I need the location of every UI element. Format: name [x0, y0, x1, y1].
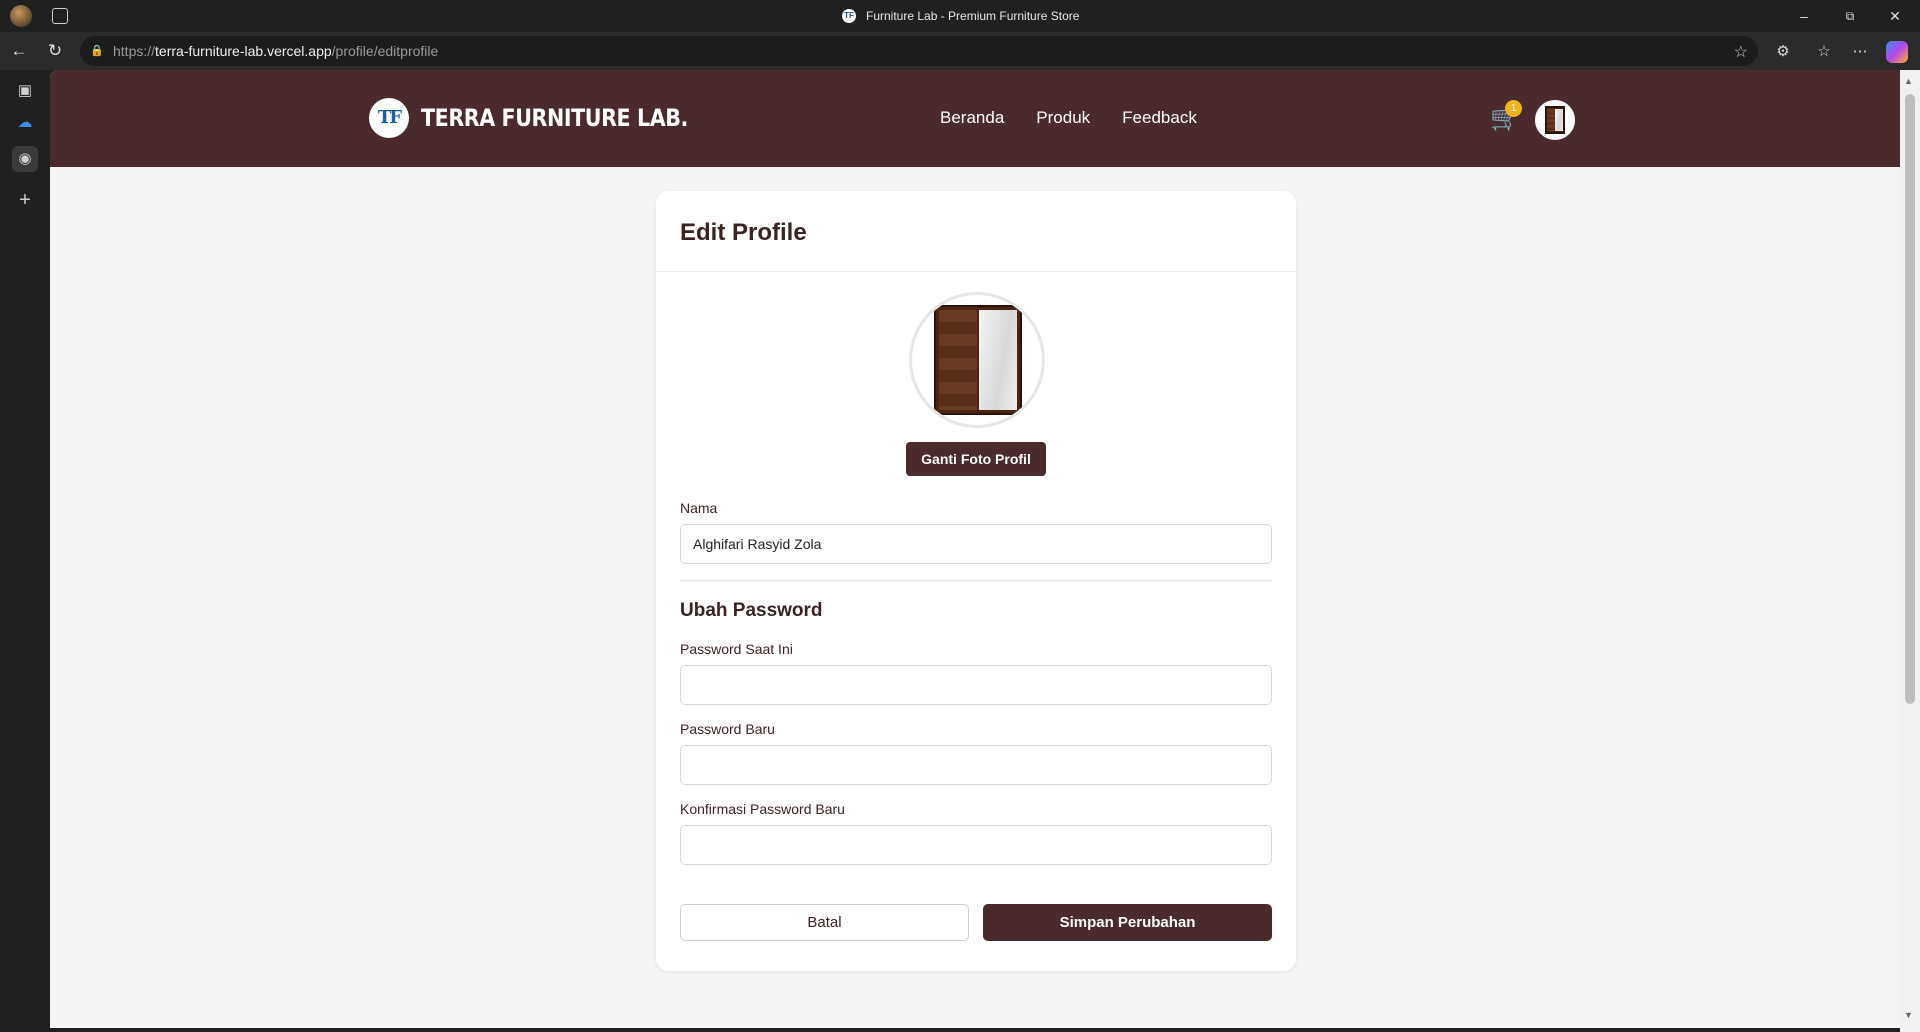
url-path: /profile/editprofile	[331, 43, 439, 59]
url-text[interactable]: https://terra-furniture-lab.vercel.app/p…	[113, 43, 438, 59]
sidebar-panel-icon[interactable]: ▣	[12, 78, 38, 104]
current-password-label: Password Saat Ini	[680, 641, 793, 657]
browser-title-bar: TF Furniture Lab - Premium Furniture Sto…	[0, 0, 1920, 32]
page-scrollbar[interactable]: ▲ ▼	[1900, 70, 1920, 1032]
refresh-icon[interactable]: ↻	[45, 41, 65, 61]
page-title: Edit Profile	[680, 219, 807, 246]
brand-logo-icon: TF	[369, 98, 409, 138]
confirm-password-input[interactable]	[680, 825, 1272, 865]
current-password-input[interactable]	[680, 665, 1272, 705]
brand-name: TERRA FURNITURE LAB.	[421, 104, 688, 132]
cart-count-badge: 1	[1505, 100, 1522, 117]
lock-icon[interactable]: 🔒	[90, 44, 104, 58]
profile-icon[interactable]	[10, 5, 32, 27]
new-password-label: Password Baru	[680, 721, 775, 737]
more-icon[interactable]: ⋯	[1849, 41, 1871, 63]
tabs-icon[interactable]	[52, 8, 68, 24]
card-divider	[656, 271, 1296, 272]
nav-produk[interactable]: Produk	[1036, 108, 1090, 128]
extensions-icon[interactable]: ⚙	[1772, 41, 1794, 63]
minimize-icon[interactable]: –	[1794, 6, 1814, 26]
profile-wardrobe-image	[934, 305, 1022, 415]
address-bar[interactable]: 🔒 https://terra-furniture-lab.vercel.app…	[80, 36, 1758, 66]
confirm-password-label: Konfirmasi Password Baru	[680, 801, 845, 817]
scroll-up-icon[interactable]: ▲	[1904, 76, 1913, 86]
scroll-down-icon[interactable]: ▼	[1904, 1010, 1913, 1020]
site-app-icon[interactable]: ◉	[12, 146, 38, 172]
scroll-thumb[interactable]	[1905, 94, 1915, 704]
favorites-icon[interactable]: ☆	[1813, 41, 1835, 63]
save-button[interactable]: Simpan Perubahan	[983, 904, 1272, 941]
browser-toolbar: ← ↻ 🔒 https://terra-furniture-lab.vercel…	[0, 32, 1920, 70]
onedrive-icon[interactable]: ☁	[12, 110, 38, 136]
cancel-button[interactable]: Batal	[680, 904, 969, 941]
change-photo-button[interactable]: Ganti Foto Profil	[906, 442, 1046, 476]
copilot-icon[interactable]	[1886, 41, 1908, 63]
section-divider	[680, 580, 1272, 581]
nav-beranda[interactable]: Beranda	[940, 108, 1004, 128]
name-input[interactable]	[680, 524, 1272, 564]
back-icon[interactable]: ←	[9, 41, 29, 61]
profile-photo	[909, 292, 1045, 428]
url-scheme: https://	[113, 43, 156, 59]
brand[interactable]: TF TERRA FURNITURE LAB.	[369, 98, 731, 138]
new-password-input[interactable]	[680, 745, 1272, 785]
name-label: Nama	[680, 500, 718, 516]
nav-feedback[interactable]: Feedback	[1122, 108, 1197, 128]
star-icon[interactable]: ☆	[1734, 42, 1748, 62]
restore-icon[interactable]: ⧉	[1840, 6, 1860, 26]
close-icon[interactable]: ✕	[1885, 6, 1905, 26]
add-icon[interactable]: +	[12, 187, 38, 213]
site-header: TF TERRA FURNITURE LAB. Beranda Produk F…	[50, 70, 1900, 167]
browser-sidebar: ▣ ☁ ◉ +	[0, 70, 50, 1032]
url-host: terra-furniture-lab.vercel.app	[155, 43, 332, 59]
page-viewport: TF TERRA FURNITURE LAB. Beranda Produk F…	[50, 70, 1900, 1028]
tab-favicon: TF	[842, 9, 856, 23]
password-section-title: Ubah Password	[680, 600, 823, 621]
main-nav: Beranda Produk Feedback	[940, 108, 1229, 128]
user-avatar[interactable]	[1535, 100, 1575, 140]
edit-profile-card: Edit Profile Ganti Foto Profil Nama Ubah…	[656, 191, 1296, 971]
avatar-wardrobe-image	[1545, 106, 1565, 134]
tab-title[interactable]: Furniture Lab - Premium Furniture Store	[866, 9, 1079, 23]
